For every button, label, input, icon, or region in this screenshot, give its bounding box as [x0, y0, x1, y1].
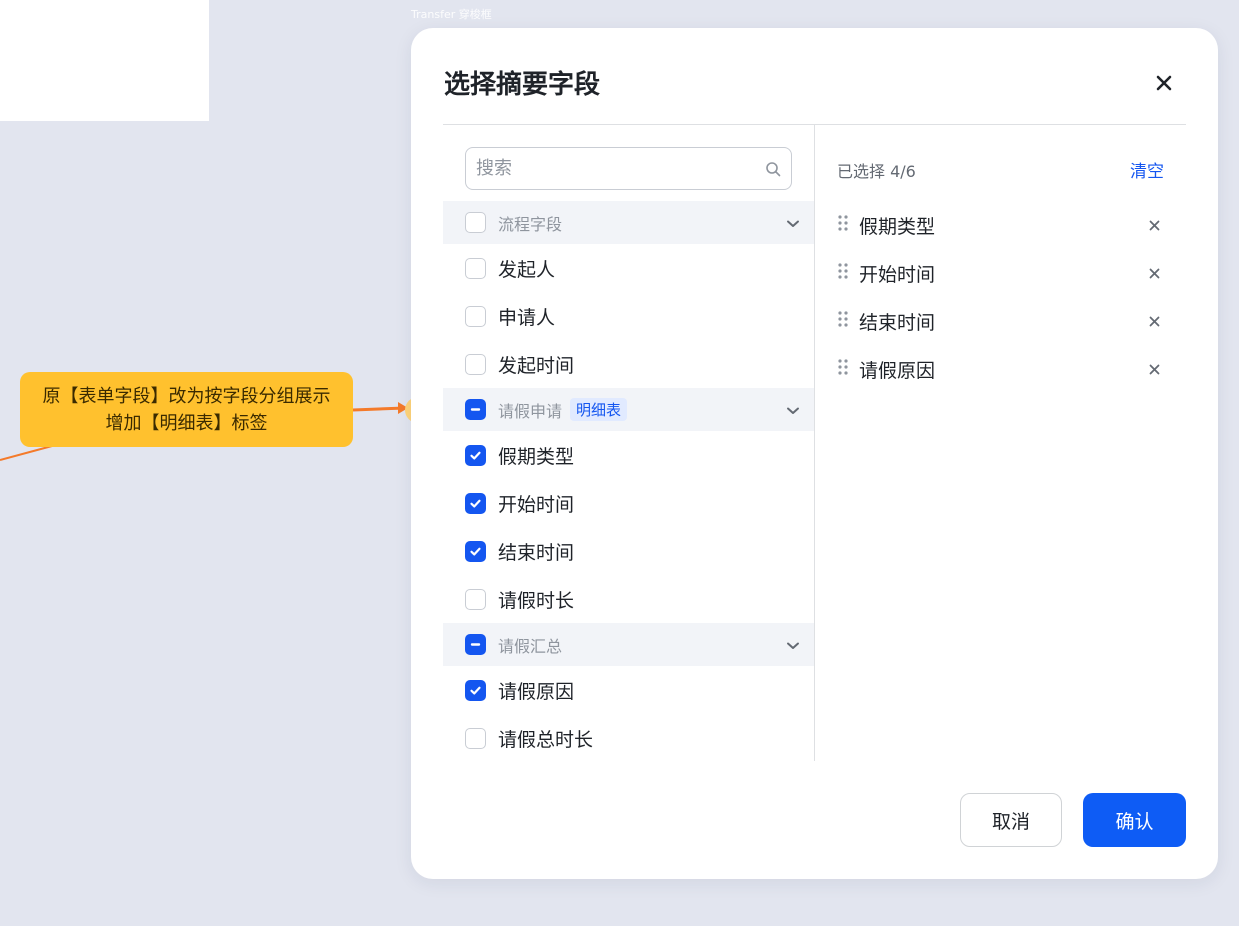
checkbox[interactable]	[465, 634, 486, 655]
checkbox[interactable]	[465, 492, 486, 514]
minus-icon	[470, 643, 481, 646]
search-input[interactable]	[476, 158, 765, 179]
checkbox[interactable]	[465, 588, 486, 610]
field-list: 流程字段发起人申请人发起时间请假申请 明细表假期类型开始时间结束时间请假时长请假汇…	[443, 201, 814, 761]
field-label: 请假时长	[498, 589, 575, 612]
check-icon	[470, 686, 481, 694]
field-label: 结束时间	[498, 541, 575, 564]
field-option[interactable]: 发起时间	[443, 340, 814, 388]
remove-icon[interactable]	[1144, 359, 1164, 379]
selected-item[interactable]: 请假原因	[837, 345, 1164, 393]
checkbox[interactable]	[465, 540, 486, 562]
field-option[interactable]: 结束时间	[443, 527, 814, 575]
field-label: 发起时间	[498, 354, 575, 377]
field-option[interactable]: 请假总时长	[443, 714, 814, 761]
search-box	[465, 147, 792, 190]
checkbox[interactable]	[465, 305, 486, 327]
checkbox[interactable]	[465, 727, 486, 749]
field-label: 假期类型	[498, 445, 575, 468]
field-option[interactable]: 发起人	[443, 244, 814, 292]
check-icon	[470, 547, 481, 555]
remove-icon[interactable]	[1144, 263, 1164, 283]
selected-item[interactable]: 结束时间	[837, 297, 1164, 345]
field-group-header[interactable]: 请假汇总	[443, 623, 814, 666]
field-label: 流程字段	[498, 214, 563, 234]
selected-list: 假期类型开始时间结束时间请假原因	[837, 201, 1164, 393]
source-pane: 流程字段发起人申请人发起时间请假申请明细表假期类型开始时间结束时间请假时长请假汇…	[443, 125, 814, 761]
cancel-button[interactable]: 取消	[960, 793, 1062, 847]
drag-handle-icon[interactable]	[837, 358, 849, 380]
field-label: 申请人	[498, 306, 556, 329]
checkbox[interactable]	[465, 399, 486, 420]
selected-item[interactable]: 假期类型	[837, 201, 1164, 249]
annotation-line-1: 原【表单字段】改为按字段分组展示	[42, 385, 331, 407]
checkbox[interactable]	[465, 444, 486, 466]
close-icon	[1156, 75, 1172, 91]
field-option[interactable]: 请假原因	[443, 666, 814, 714]
field-label: 请假汇总	[498, 636, 563, 656]
remove-icon[interactable]	[1144, 215, 1164, 235]
dialog-title: 选择摘要字段	[444, 70, 601, 100]
annotation-line-2: 增加【明细表】标签	[105, 412, 268, 434]
selected-count: 已选择 4/6	[837, 162, 916, 181]
field-group-header[interactable]: 流程字段	[443, 201, 814, 244]
field-option[interactable]: 假期类型	[443, 431, 814, 479]
chevron-down-icon[interactable]	[786, 400, 800, 419]
field-option[interactable]: 申请人	[443, 292, 814, 340]
checkbox[interactable]	[465, 212, 486, 233]
check-icon	[470, 451, 481, 459]
field-label: 请假总时长	[498, 728, 594, 751]
detail-table-tag: 明细表	[570, 398, 628, 421]
search-icon	[766, 161, 781, 176]
field-label: 开始时间	[498, 493, 575, 516]
drag-handle-icon[interactable]	[837, 214, 849, 236]
annotation-callout: 原【表单字段】改为按字段分组展示 增加【明细表】标签	[20, 372, 353, 447]
minus-icon	[470, 408, 481, 411]
selected-item-label: 结束时间	[859, 311, 936, 334]
selected-pane: 已选择 4/6 清空 假期类型开始时间结束时间请假原因	[815, 125, 1186, 761]
field-label: 请假原因	[498, 680, 575, 703]
checkbox[interactable]	[465, 353, 486, 375]
selected-item-label: 假期类型	[859, 215, 936, 238]
chevron-down-icon[interactable]	[786, 213, 800, 232]
field-option[interactable]: 请假时长	[443, 575, 814, 623]
field-option[interactable]: 开始时间	[443, 479, 814, 527]
checkbox[interactable]	[465, 257, 486, 279]
selected-item-label: 开始时间	[859, 263, 936, 286]
field-group-header[interactable]: 请假申请 明细表	[443, 388, 814, 431]
selected-item-label: 请假原因	[859, 359, 936, 382]
field-label: 发起人	[498, 258, 556, 281]
field-label: 请假申请	[498, 401, 563, 421]
confirm-button[interactable]: 确认	[1083, 793, 1186, 847]
selected-item[interactable]: 开始时间	[837, 249, 1164, 297]
chevron-down-icon[interactable]	[786, 635, 800, 654]
remove-icon[interactable]	[1144, 311, 1164, 331]
clear-button[interactable]: 清空	[1130, 157, 1164, 182]
select-summary-fields-dialog: 选择摘要字段 流程字段发起人申请人发起时间请假申请明细表假期类型开始时间结束时间…	[411, 28, 1218, 879]
check-icon	[470, 499, 481, 507]
checkbox[interactable]	[465, 679, 486, 701]
drag-handle-icon[interactable]	[837, 262, 849, 284]
drag-handle-icon[interactable]	[837, 310, 849, 332]
close-button[interactable]	[1149, 68, 1179, 98]
